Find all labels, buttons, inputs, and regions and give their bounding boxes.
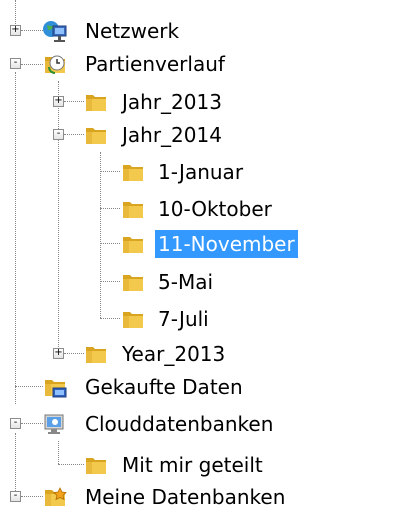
- tree-node[interactable]: + Year_2013: [0, 337, 416, 371]
- network-icon: [43, 21, 67, 42]
- folder-icon: [123, 237, 143, 253]
- cloud-database-icon: [44, 414, 64, 434]
- tree-view[interactable]: + Netzwerk - Partienverlauf + Jahr_2013 - Jahr_…: [0, 0, 416, 509]
- folder-icon: [86, 458, 106, 474]
- folder-icon: [86, 347, 106, 363]
- folder-icon: [86, 95, 106, 111]
- tree-node[interactable]: 5-Mai: [0, 265, 416, 299]
- expand-button[interactable]: +: [10, 25, 21, 36]
- purchased-data-icon: [45, 380, 67, 398]
- tree-node[interactable]: 11-November: [0, 227, 416, 261]
- tree-node[interactable]: 10-Oktober: [0, 192, 416, 226]
- tree-node[interactable]: - Meine Datenbanken: [0, 480, 416, 514]
- tree-node[interactable]: 1-Januar: [0, 155, 416, 189]
- tree-node[interactable]: Mit mir geteilt: [0, 448, 416, 482]
- tree-node-label[interactable]: Year_2013: [119, 340, 228, 368]
- tree-node-label[interactable]: Netzwerk: [82, 17, 182, 45]
- tree-node[interactable]: - Partienverlauf: [0, 47, 416, 81]
- tree-node[interactable]: + Jahr_2013: [0, 85, 416, 119]
- tree-node-label[interactable]: Gekaufte Daten: [82, 373, 246, 401]
- collapse-button[interactable]: -: [53, 129, 64, 140]
- tree-node-label[interactable]: Jahr_2013: [119, 88, 225, 116]
- tree-node-label[interactable]: Clouddatenbanken: [82, 410, 276, 438]
- tree-node[interactable]: - Jahr_2014: [0, 118, 416, 152]
- tree-node-label[interactable]: 11-November: [155, 230, 298, 258]
- folder-icon: [86, 128, 106, 144]
- tree-node-label[interactable]: 5-Mai: [155, 268, 216, 296]
- collapse-button[interactable]: -: [10, 58, 21, 69]
- expand-button[interactable]: +: [53, 96, 64, 107]
- collapse-button[interactable]: -: [10, 491, 21, 502]
- tree-node-label[interactable]: Jahr_2014: [119, 121, 225, 149]
- tree-node-label[interactable]: 1-Januar: [155, 158, 246, 186]
- tree-node[interactable]: - Clouddatenbanken: [0, 407, 416, 441]
- folder-icon: [123, 165, 143, 181]
- expand-button[interactable]: +: [53, 348, 64, 359]
- tree-node[interactable]: 7-Juli: [0, 302, 416, 336]
- tree-node-label[interactable]: 7-Juli: [155, 305, 212, 333]
- tree-node-label[interactable]: Meine Datenbanken: [82, 483, 288, 511]
- tree-node-label[interactable]: Partienverlauf: [82, 50, 228, 78]
- collapse-button[interactable]: -: [10, 418, 21, 429]
- tree-node[interactable]: Gekaufte Daten: [0, 370, 416, 404]
- history-icon: [45, 55, 65, 74]
- my-databases-icon: [45, 487, 67, 506]
- tree-node-label[interactable]: 10-Oktober: [155, 195, 275, 223]
- folder-icon: [123, 202, 143, 218]
- tree-node-label[interactable]: Mit mir geteilt: [119, 451, 266, 479]
- folder-icon: [123, 275, 143, 291]
- folder-icon: [123, 312, 143, 328]
- tree-node[interactable]: + Netzwerk: [0, 14, 416, 48]
